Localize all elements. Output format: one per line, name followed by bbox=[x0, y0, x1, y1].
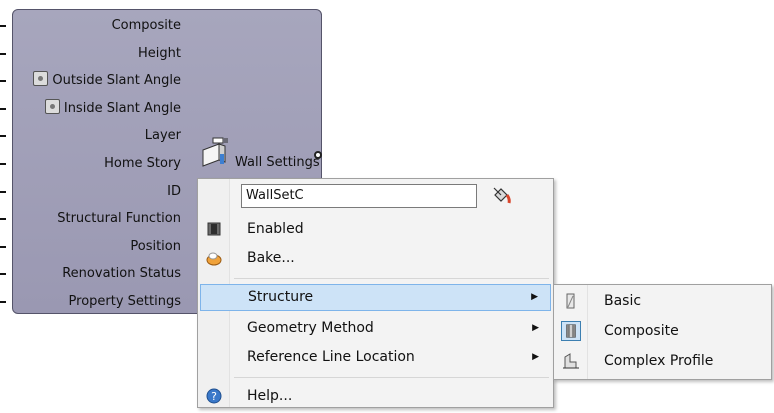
input-home-story[interactable]: Home Story bbox=[0, 150, 181, 178]
input-label: Position bbox=[130, 238, 181, 254]
output-label: Wall Settings bbox=[235, 155, 320, 170]
optional-toggle-icon[interactable] bbox=[33, 71, 49, 87]
input-renovation-status[interactable]: Renovation Status bbox=[0, 260, 181, 288]
svg-text:?: ? bbox=[211, 390, 217, 403]
input-position[interactable]: Position bbox=[0, 233, 181, 261]
input-port-tick bbox=[0, 190, 6, 193]
output-port[interactable] bbox=[314, 151, 322, 159]
menu-separator bbox=[234, 278, 549, 279]
composite-structure-icon bbox=[561, 321, 581, 341]
menu-item-enabled[interactable]: Enabled bbox=[200, 216, 551, 243]
menu-item-label: Structure bbox=[248, 289, 314, 305]
input-label: Composite bbox=[111, 18, 181, 33]
submenu-item-composite[interactable]: Composite bbox=[556, 317, 771, 346]
input-outside-slant-angle[interactable]: Outside Slant Angle bbox=[0, 67, 181, 95]
basic-structure-icon bbox=[566, 293, 575, 309]
input-property-settings[interactable]: Property Settings bbox=[0, 288, 181, 316]
submenu-item-basic[interactable]: Basic bbox=[556, 287, 771, 316]
submenu-arrow-icon: ▶ bbox=[532, 323, 539, 333]
input-port-tick bbox=[0, 107, 6, 110]
input-label: Height bbox=[138, 45, 181, 61]
input-structural-function[interactable]: Structural Function bbox=[0, 205, 181, 233]
input-port-tick bbox=[0, 135, 6, 138]
input-inside-slant-angle[interactable]: Inside Slant Angle bbox=[0, 95, 181, 123]
submenu-arrow-icon: ▶ bbox=[532, 352, 539, 362]
menu-item-bake[interactable]: Bake... bbox=[200, 245, 551, 272]
submenu-item-label: Complex Profile bbox=[604, 353, 714, 369]
menu-item-label: Bake... bbox=[247, 250, 295, 266]
submenu-item-complex-profile[interactable]: Complex Profile bbox=[556, 347, 771, 376]
input-port-tick bbox=[0, 218, 6, 221]
menu-item-help[interactable]: ? Help... bbox=[200, 383, 551, 410]
menu-item-label: Help... bbox=[247, 388, 293, 404]
menu-item-label: Geometry Method bbox=[247, 320, 374, 336]
input-label: Layer bbox=[144, 128, 181, 144]
input-label: Structural Function bbox=[57, 211, 181, 227]
input-label: Inside Slant Angle bbox=[63, 100, 181, 116]
help-icon: ? bbox=[206, 388, 222, 404]
input-layer[interactable]: Layer bbox=[0, 122, 181, 150]
enabled-icon bbox=[207, 222, 221, 236]
input-label: Outside Slant Angle bbox=[52, 73, 181, 89]
paint-bucket-icon[interactable] bbox=[490, 186, 512, 206]
menu-separator bbox=[234, 377, 549, 378]
component-name-field[interactable]: WallSetC bbox=[241, 184, 477, 208]
input-id[interactable]: ID bbox=[0, 178, 181, 206]
menu-item-structure[interactable]: Structure ▶ bbox=[200, 284, 551, 311]
input-port-tick bbox=[0, 245, 6, 248]
input-port-tick bbox=[0, 80, 6, 83]
input-label: Home Story bbox=[104, 155, 181, 171]
complex-profile-icon bbox=[563, 353, 579, 369]
component-inputs: Composite Height Outside Slant Angle Ins… bbox=[0, 12, 181, 316]
context-menu: WallSetC Enabled Bake... Structure ▶ Geo… bbox=[197, 178, 554, 408]
input-composite[interactable]: Composite bbox=[0, 12, 181, 40]
input-label: Renovation Status bbox=[62, 266, 181, 282]
input-port-tick bbox=[0, 162, 6, 165]
menu-item-reference-line-location[interactable]: Reference Line Location ▶ bbox=[200, 344, 551, 371]
structure-submenu: Basic Composite Complex Profile bbox=[553, 284, 772, 380]
input-port-tick bbox=[0, 52, 6, 55]
input-port-tick bbox=[0, 273, 6, 276]
menu-item-geometry-method[interactable]: Geometry Method ▶ bbox=[200, 315, 551, 342]
menu-item-label: Enabled bbox=[247, 221, 304, 237]
submenu-item-label: Composite bbox=[604, 323, 679, 339]
bake-icon bbox=[206, 252, 222, 266]
input-port-tick bbox=[0, 300, 6, 303]
submenu-arrow-icon: ▶ bbox=[531, 292, 538, 302]
menu-item-label: Reference Line Location bbox=[247, 349, 415, 365]
submenu-item-label: Basic bbox=[604, 293, 642, 309]
input-height[interactable]: Height bbox=[0, 40, 181, 68]
input-label: Property Settings bbox=[68, 293, 181, 309]
optional-toggle-icon[interactable] bbox=[44, 98, 60, 114]
wall-settings-icon bbox=[202, 137, 228, 167]
input-label: ID bbox=[167, 183, 181, 199]
input-port-tick bbox=[0, 25, 6, 27]
